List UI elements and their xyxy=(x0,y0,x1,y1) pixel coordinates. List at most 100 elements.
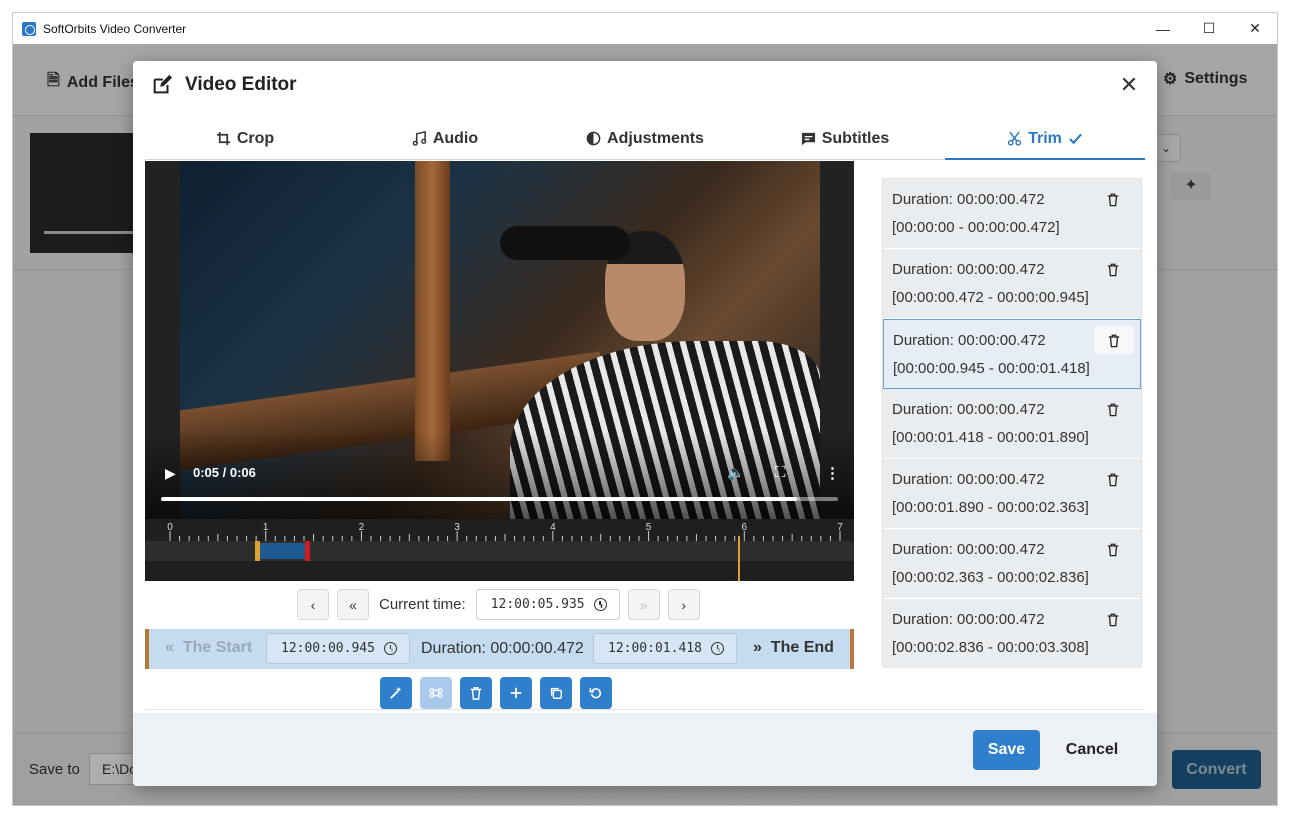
auto-split-button[interactable] xyxy=(380,677,412,709)
step-back-button[interactable]: ‹ xyxy=(297,589,329,620)
segment-end-time-value: 12:00:01.418 xyxy=(608,641,702,656)
segment-list-item[interactable]: Duration: 00:00:00.472 [00:00:02.363 - 00… xyxy=(883,529,1141,599)
delete-segment-button[interactable] xyxy=(460,677,492,709)
segment-list-item[interactable]: Duration: 00:00:00.472 [00:00:01.890 - 00… xyxy=(883,459,1141,529)
tab-label: Crop xyxy=(236,129,275,147)
close-window-icon[interactable]: ✕ xyxy=(1232,13,1277,44)
copy-icon xyxy=(550,687,562,699)
tab-subtitles[interactable]: Subtitles xyxy=(745,118,945,159)
timeline-track[interactable] xyxy=(145,541,854,561)
reset-button[interactable] xyxy=(580,677,612,709)
segment-list-item[interactable]: Duration: 00:00:00.472 [00:00:00.945 - 00… xyxy=(883,319,1141,389)
minimize-icon[interactable]: — xyxy=(1140,13,1186,44)
segment-list-item[interactable]: Duration: 00:00:00.472 [00:00:02.836 - 00… xyxy=(883,599,1141,669)
current-time-input[interactable]: 12:00:05.935 xyxy=(475,589,620,620)
subtitles-icon xyxy=(801,132,815,146)
tab-label: Trim xyxy=(1028,129,1062,147)
segment-range-text: [00:00:01.418 - 00:00:01.890] xyxy=(892,429,1089,446)
app-title: SoftOrbits Video Converter xyxy=(43,21,187,36)
segment-duration-text: Duration: 00:00:00.472 xyxy=(892,191,1045,208)
clock-icon xyxy=(384,642,397,655)
undo-icon xyxy=(589,688,602,699)
segment-start-handle[interactable] xyxy=(255,541,261,561)
divider xyxy=(145,709,1145,710)
fullscreen-icon[interactable]: ⛶ xyxy=(775,464,786,481)
delete-segment-icon[interactable] xyxy=(1093,395,1133,423)
delete-segment-icon[interactable] xyxy=(1093,185,1133,213)
dialog-footer: Save Cancel xyxy=(133,713,1157,786)
current-time-row: ‹ « Current time: 12:00:05.935 » › xyxy=(297,589,700,620)
trim-timeline[interactable]: 0 1 2 3 4 5 6 7 xyxy=(145,519,854,581)
segment-end-handle[interactable] xyxy=(304,541,310,561)
video-progress-bar[interactable] xyxy=(161,497,838,501)
tab-audio[interactable]: Audio xyxy=(345,118,545,159)
timeline-tick-label: 0 xyxy=(167,522,173,533)
app-logo-icon xyxy=(22,21,36,36)
step-forward-button[interactable]: › xyxy=(667,589,700,620)
segment-duration-text: Duration: 00:00:00.472 xyxy=(892,541,1045,558)
command-icon xyxy=(429,688,443,698)
trash-icon xyxy=(1107,473,1119,486)
trash-icon xyxy=(470,687,482,700)
segment-bar: « The Start 12:00:00.945 Duration: 00:00… xyxy=(145,629,854,669)
segment-list-item[interactable]: Duration: 00:00:00.472 [00:00:00 - 00:00:… xyxy=(883,179,1141,249)
play-icon[interactable]: ▶ xyxy=(165,465,176,482)
delete-segment-icon[interactable] xyxy=(1093,605,1133,633)
segment-list-item[interactable]: Duration: 00:00:00.472 [00:00:01.418 - 00… xyxy=(883,389,1141,459)
timeline-ruler xyxy=(169,531,841,541)
timeline-tick-label: 6 xyxy=(741,522,748,533)
clock-icon xyxy=(593,598,607,611)
save-button[interactable]: Save xyxy=(973,730,1040,770)
delete-segment-icon[interactable] xyxy=(1093,465,1133,493)
video-editor-dialog: Video Editor ✕ Crop Audio Adjustments Su… xyxy=(133,61,1157,786)
segment-range-text: [00:00:00 - 00:00:00.472] xyxy=(892,219,1060,236)
playhead[interactable] xyxy=(738,536,741,581)
checkmark-icon xyxy=(1069,133,1082,145)
segment-start-time-input[interactable]: 12:00:00.945 xyxy=(266,633,410,664)
jump-forward-button[interactable]: » xyxy=(627,589,660,620)
close-icon[interactable]: ✕ xyxy=(1116,73,1142,99)
segment-list-item[interactable]: Duration: 00:00:00.472 [00:00:00.472 - 00… xyxy=(883,249,1141,319)
merge-button[interactable] xyxy=(420,677,452,709)
tab-crop[interactable]: Crop xyxy=(145,118,345,159)
tab-trim[interactable]: Trim xyxy=(945,118,1145,160)
delete-segment-icon[interactable] xyxy=(1094,326,1134,354)
cancel-button[interactable]: Cancel xyxy=(1057,730,1127,770)
trash-icon xyxy=(1107,263,1119,276)
timeline-tick-label: 5 xyxy=(645,522,652,533)
segment-actions xyxy=(380,677,612,709)
video-player[interactable]: ▶ 0:05 / 0:06 🔈 ⛶ ⋮ xyxy=(145,161,854,519)
delete-segment-icon[interactable] xyxy=(1093,535,1133,563)
music-note-icon xyxy=(412,131,427,146)
add-segment-button[interactable] xyxy=(500,677,532,709)
segment-list: Duration: 00:00:00.472 [00:00:00 - 00:00:… xyxy=(882,178,1142,669)
segment-start-time-value: 12:00:00.945 xyxy=(281,641,375,656)
timeline-tick-label: 1 xyxy=(262,522,269,533)
maximize-icon[interactable]: ☐ xyxy=(1186,13,1232,44)
jump-back-button[interactable]: « xyxy=(337,589,369,620)
trash-icon xyxy=(1107,193,1119,206)
mirror-frame xyxy=(415,161,450,461)
delete-segment-icon[interactable] xyxy=(1093,255,1133,283)
selected-segment[interactable] xyxy=(260,543,306,559)
volume-icon[interactable]: 🔈 xyxy=(727,464,744,481)
contrast-icon xyxy=(586,131,601,146)
segment-range-text: [00:00:02.836 - 00:00:03.308] xyxy=(892,639,1089,656)
clock-icon xyxy=(711,642,724,655)
timeline-tick-label: 4 xyxy=(550,522,556,533)
segment-end-time-input[interactable]: 12:00:01.418 xyxy=(593,633,737,664)
go-to-end-button[interactable]: » The End xyxy=(753,639,834,657)
video-time-display: 0:05 / 0:06 xyxy=(193,465,256,480)
tab-label: Adjustments xyxy=(607,129,704,147)
segment-duration-text: Duration: 00:00:00.472 xyxy=(892,611,1045,628)
editor-tabs: Crop Audio Adjustments Subtitles Trim xyxy=(145,118,1145,160)
go-to-start-button[interactable]: « The Start xyxy=(165,639,252,657)
video-progress-fill xyxy=(161,497,798,501)
tab-adjustments[interactable]: Adjustments xyxy=(545,118,745,159)
current-time-label: Current time: xyxy=(379,596,466,613)
plus-icon xyxy=(510,687,522,699)
end-label: The End xyxy=(770,639,834,656)
duplicate-segment-button[interactable] xyxy=(540,677,572,709)
timeline-tick-label: 3 xyxy=(454,522,460,533)
more-options-icon[interactable]: ⋮ xyxy=(825,464,840,482)
